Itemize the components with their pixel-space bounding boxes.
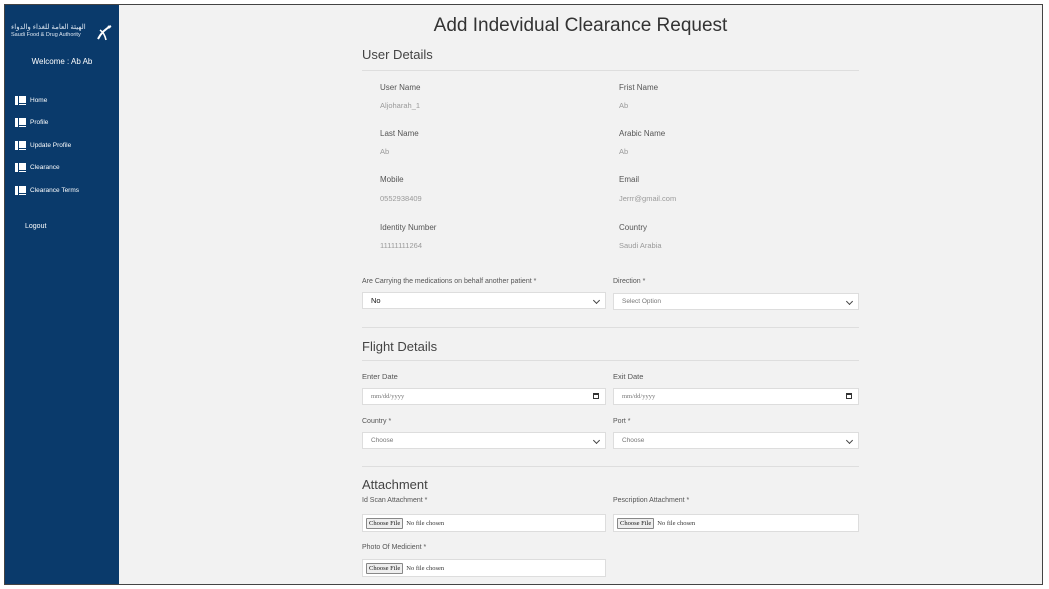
book-icon — [15, 140, 26, 150]
sidebar-item-clearance-terms[interactable]: Clearance Terms — [15, 179, 115, 202]
no-file-text: No file chosen — [406, 564, 445, 572]
no-file-text: No file chosen — [406, 519, 445, 527]
country-label: Country — [619, 223, 648, 232]
country-value: Saudi Arabia — [619, 241, 662, 250]
arabic-name-label: Arabic Name — [619, 129, 666, 138]
enter-date-label: Enter Date — [362, 372, 398, 381]
user-name-value: Aljoharah_1 — [380, 101, 421, 110]
port-label: Port * — [613, 418, 631, 425]
prescription-file-input[interactable]: Choose File No file chosen — [613, 514, 859, 532]
sidebar-item-label: Profile — [30, 119, 49, 127]
flight-country-select-value: Choose — [371, 437, 394, 444]
sidebar-item-update-profile[interactable]: Update Profile — [15, 134, 115, 157]
last-name-value: Ab — [380, 147, 390, 156]
sidebar-item-label: Update Profile — [30, 141, 72, 149]
id-scan-file-input[interactable]: Choose File No file chosen — [362, 514, 606, 532]
page-title: Add Indevidual Clearance Request — [433, 15, 728, 36]
logo-arabic-text: الهيئة العامة للغذاء والدواء — [11, 24, 86, 31]
book-icon — [15, 118, 26, 128]
port-select-value: Choose — [622, 437, 645, 444]
divider — [362, 466, 859, 467]
sidebar-item-clearance[interactable]: Clearance — [15, 157, 115, 180]
prescription-label: Pescription Attachment * — [613, 497, 690, 504]
sfda-logo: الهيئة العامة للغذاء والدواء Saudi Food … — [11, 23, 115, 47]
first-name-value: Ab — [619, 101, 629, 110]
direction-select[interactable]: Select Option — [613, 293, 859, 310]
last-name-label: Last Name — [380, 129, 419, 138]
calendar-icon[interactable] — [593, 393, 599, 399]
photo-file-input[interactable]: Choose File No file chosen — [362, 559, 606, 577]
identity-number-label: Identity Number — [380, 223, 437, 232]
port-select[interactable]: Choose — [613, 432, 859, 449]
book-icon — [15, 163, 26, 173]
sidebar-item-label: Clearance — [30, 164, 60, 172]
choose-file-button[interactable]: Choose File — [617, 517, 655, 529]
logout-link[interactable]: Logout — [25, 223, 46, 230]
sidebar: الهيئة العامة للغذاء والدواء Saudi Food … — [5, 5, 119, 584]
chevron-down-icon — [592, 436, 601, 445]
divider — [362, 360, 859, 361]
chevron-down-icon — [845, 436, 854, 445]
book-icon — [15, 95, 26, 105]
direction-select-value: Select Option — [622, 298, 662, 305]
exit-date-input[interactable]: mm/dd/yyyy — [613, 388, 859, 405]
book-icon — [15, 185, 26, 195]
sidebar-nav: Home Profile Update Profile Clearance Cl… — [15, 89, 115, 202]
attachment-heading: Attachment — [362, 477, 428, 492]
flight-country-label: Country * — [362, 418, 392, 425]
sfda-emblem-icon — [97, 25, 112, 41]
enter-date-placeholder: mm/dd/yyyy — [371, 393, 405, 400]
chevron-down-icon — [592, 296, 601, 305]
id-scan-label: Id Scan Attachment * — [362, 497, 428, 504]
carrying-label: Are Carrying the medications on behalf a… — [362, 278, 537, 285]
enter-date-input[interactable]: mm/dd/yyyy — [362, 388, 606, 405]
email-label: Email — [619, 175, 640, 184]
chevron-down-icon — [845, 297, 854, 306]
main-content: Add Indevidual Clearance Request User De… — [119, 5, 1042, 584]
sidebar-item-label: Home — [30, 96, 48, 104]
carrying-select-value: No — [371, 296, 381, 305]
identity-number-value: 11111111264 — [380, 241, 422, 250]
sidebar-item-label: Clearance Terms — [30, 186, 80, 194]
app-window: الهيئة العامة للغذاء والدواء Saudi Food … — [4, 4, 1043, 585]
photo-label: Photo Of Medicient * — [362, 544, 427, 551]
user-details-heading: User Details — [362, 47, 433, 62]
welcome-text: Welcome : Ab Ab — [31, 57, 93, 66]
divider — [362, 70, 859, 71]
flight-country-select[interactable]: Choose — [362, 432, 606, 449]
exit-date-label: Exit Date — [613, 372, 644, 381]
carrying-select[interactable]: No — [362, 292, 606, 309]
arabic-name-value: Ab — [619, 147, 629, 156]
direction-label: Direction * — [613, 278, 646, 285]
first-name-label: Frist Name — [619, 83, 659, 92]
choose-file-button[interactable]: Choose File — [366, 517, 404, 529]
sidebar-item-home[interactable]: Home — [15, 89, 115, 112]
mobile-value: 0552938409 — [380, 194, 422, 203]
divider — [362, 327, 859, 328]
no-file-text: No file chosen — [657, 519, 696, 527]
calendar-icon[interactable] — [846, 393, 852, 399]
logo-english-text: Saudi Food & Drug Authority — [11, 32, 81, 38]
sidebar-item-profile[interactable]: Profile — [15, 112, 115, 135]
choose-file-button[interactable]: Choose File — [366, 562, 404, 574]
mobile-label: Mobile — [380, 175, 404, 184]
flight-details-heading: Flight Details — [362, 339, 438, 354]
user-name-label: User Name — [380, 83, 421, 92]
exit-date-placeholder: mm/dd/yyyy — [622, 393, 656, 400]
email-value: Jerrr@gmail.com — [619, 194, 677, 203]
